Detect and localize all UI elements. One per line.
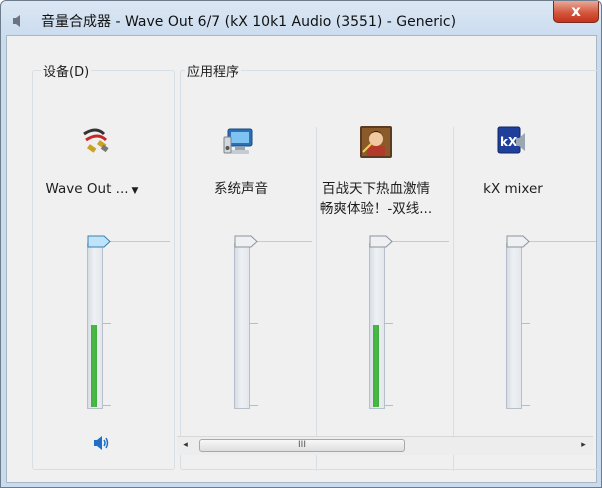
scroll-right-button[interactable]: ▸ [575,437,592,454]
peak-meter [91,325,97,407]
horizontal-scrollbar[interactable]: ◂ III ▸ [177,436,593,455]
mixer-client-area: 设备(D) 应用程序 Wave Out ... ▼ 系统声音 百战天下热血激情 … [6,35,597,483]
slider-guide-line [252,241,312,242]
channel-name: kX mixer [483,181,543,197]
mute-speaker-icon[interactable] [93,435,111,451]
scrollbar-thumb[interactable]: III [199,439,405,452]
device-selector[interactable]: Wave Out ... ▼ [27,179,157,201]
volume-slider-track[interactable] [369,243,385,409]
monitor-speaker-icon [223,128,253,154]
slider-guide-line [389,241,449,242]
title-bar[interactable]: 音量合成器 - Wave Out 6/7 (kX 10k1 Audio (355… [1,1,601,35]
slider-tick [522,323,530,324]
slider-tick [250,405,258,406]
applications-group-label: 应用程序 [185,61,242,80]
volume-slider-track[interactable] [87,243,103,409]
channel-name-line2: 畅爽体验！-双线... [319,201,433,217]
slider-tick [250,323,258,324]
speaker-app-icon [13,15,20,27]
volume-mixer-window: 音量合成器 - Wave Out 6/7 (kX 10k1 Audio (355… [0,0,602,488]
volume-slider-track[interactable] [234,243,250,409]
slider-guide-line [110,241,170,242]
slider-tick [103,323,111,324]
slider-tick [385,405,393,406]
channel-name: 系统声音 [214,181,268,197]
window-title: 音量合成器 - Wave Out 6/7 (kX 10k1 Audio (355… [41,14,457,30]
volume-slider-thumb[interactable] [369,235,393,248]
kx-mixer-icon: kX [497,126,525,154]
channel-name-line1: 百战天下热血激情 [322,181,430,197]
close-button[interactable]: x [553,1,599,23]
slider-guide-line [526,241,596,242]
game-character-icon [360,126,392,158]
volume-slider-thumb[interactable] [506,235,530,248]
scroll-left-button[interactable]: ◂ [177,437,194,454]
volume-slider-thumb[interactable] [234,235,258,248]
channel-name: 百战天下热血激情 畅爽体验！-双线... [311,179,441,219]
volume-slider-track[interactable] [506,243,522,409]
slider-tick [385,323,393,324]
volume-slider-thumb[interactable] [87,235,111,248]
chevron-down-icon: ▼ [131,186,139,196]
speaker-cable-icon [83,128,109,153]
svg-text:kX: kX [500,135,518,149]
peak-meter [373,325,379,407]
slider-tick [103,405,111,406]
device-name: Wave Out ... [45,181,129,197]
slider-tick [522,405,530,406]
device-group-label: 设备(D) [41,61,92,80]
